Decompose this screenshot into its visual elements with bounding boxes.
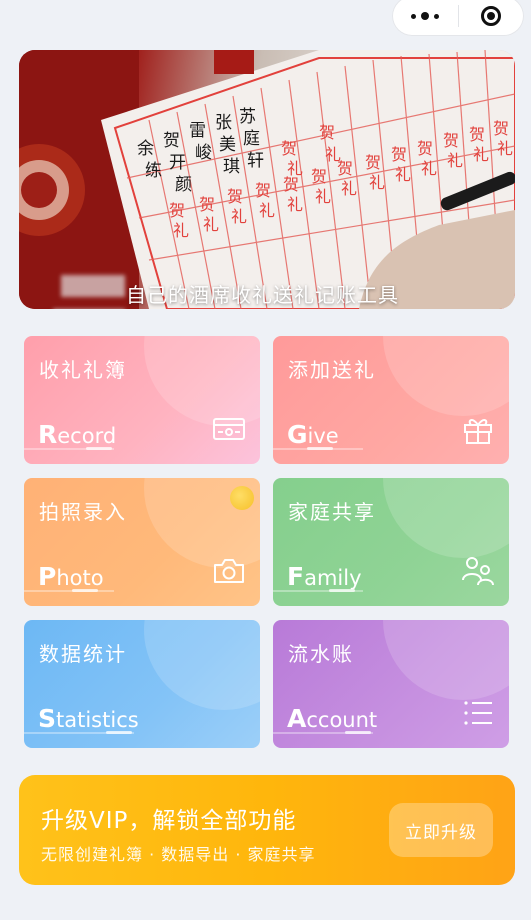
svg-text:礼: 礼 [395, 165, 411, 184]
card-subtitle: Account [287, 704, 378, 733]
banner-carousel[interactable]: 余练 贺开颜 雷峻 张美琪 苏庭轩 贺礼 贺礼 贺礼 贺礼 贺礼 贺礼 贺礼 贺… [19, 50, 515, 309]
people-icon [462, 557, 494, 586]
card-title: 收礼礼簿 [39, 358, 127, 382]
svg-text:贺: 贺 [311, 167, 327, 186]
svg-text:贺: 贺 [227, 187, 243, 206]
svg-text:贺: 贺 [169, 201, 185, 220]
svg-text:礼: 礼 [369, 173, 385, 192]
vip-upgrade-banner[interactable]: 升级VIP，解锁全部功能 无限创建礼簿 · 数据导出 · 家庭共享 立即升级 [19, 775, 515, 885]
svg-text:礼: 礼 [341, 179, 357, 198]
svg-text:张: 张 [215, 113, 232, 133]
card-title: 拍照录入 [39, 500, 127, 524]
svg-text:苏: 苏 [239, 107, 256, 127]
svg-text:颜: 颜 [175, 175, 192, 195]
card-title: 流水账 [288, 642, 354, 666]
ledger-icon [213, 418, 245, 440]
svg-text:贺: 贺 [493, 119, 509, 138]
svg-text:琪: 琪 [223, 157, 240, 177]
svg-text:贺: 贺 [319, 123, 335, 142]
svg-text:轩: 轩 [247, 151, 264, 171]
svg-text:礼: 礼 [497, 139, 513, 158]
svg-text:贺: 贺 [469, 125, 485, 144]
card-subtitle: Record [38, 420, 117, 449]
statistics-card[interactable]: 数据统计 Statistics [24, 620, 260, 748]
svg-text:贺: 贺 [281, 139, 297, 158]
svg-text:雷: 雷 [189, 121, 206, 141]
svg-text:余: 余 [137, 139, 154, 159]
svg-text:礼: 礼 [325, 145, 341, 164]
svg-text:练: 练 [145, 161, 162, 181]
close-button[interactable] [459, 0, 525, 36]
mini-program-capsule [392, 0, 524, 36]
svg-text:礼: 礼 [287, 159, 303, 178]
banner-image: 余练 贺开颜 雷峻 张美琪 苏庭轩 贺礼 贺礼 贺礼 贺礼 贺礼 贺礼 贺礼 贺… [19, 50, 515, 309]
more-button[interactable] [392, 0, 458, 36]
svg-text:庭: 庭 [243, 129, 260, 149]
blurred-text-area [61, 275, 125, 297]
upgrade-now-button[interactable]: 立即升级 [389, 803, 493, 857]
more-dots-icon [410, 12, 439, 20]
svg-text:贺: 贺 [443, 131, 459, 150]
svg-text:礼: 礼 [447, 151, 463, 170]
svg-text:礼: 礼 [315, 187, 331, 206]
svg-text:峻: 峻 [195, 143, 212, 163]
svg-text:美: 美 [219, 135, 236, 155]
svg-text:礼: 礼 [421, 159, 437, 178]
svg-text:礼: 礼 [287, 195, 303, 214]
svg-text:贺: 贺 [365, 153, 381, 172]
svg-text:贺: 贺 [199, 195, 215, 214]
gift-icon [464, 419, 492, 444]
card-title: 数据统计 [39, 642, 127, 666]
vip-subtitle: 无限创建礼簿 · 数据导出 · 家庭共享 [41, 845, 316, 864]
card-title: 添加送礼 [288, 358, 376, 382]
vip-title: 升级VIP，解锁全部功能 [41, 808, 297, 834]
svg-text:礼: 礼 [473, 145, 489, 164]
card-title: 家庭共享 [288, 500, 376, 524]
card-subtitle: Give [287, 420, 339, 449]
card-subtitle: Family [287, 562, 362, 591]
banner-caption: 自己的酒席收礼送礼记账工具 [126, 283, 399, 307]
card-subtitle: Photo [38, 562, 104, 591]
svg-text:贺: 贺 [163, 131, 180, 151]
target-circle-icon [481, 6, 502, 26]
camera-icon [214, 559, 244, 583]
svg-text:礼: 礼 [203, 215, 219, 234]
svg-text:贺: 贺 [391, 145, 407, 164]
record-card[interactable]: 收礼礼簿 Record [24, 336, 260, 464]
give-card[interactable]: 添加送礼 Give [273, 336, 509, 464]
svg-text:贺: 贺 [417, 139, 433, 158]
svg-text:礼: 礼 [259, 201, 275, 220]
list-icon [464, 701, 492, 725]
svg-text:礼: 礼 [173, 221, 189, 240]
photo-card[interactable]: 拍照录入 Photo [24, 478, 260, 606]
account-card[interactable]: 流水账 Account [273, 620, 509, 748]
svg-text:礼: 礼 [231, 207, 247, 226]
card-subtitle: Statistics [38, 704, 139, 733]
svg-text:贺: 贺 [255, 181, 271, 200]
family-card[interactable]: 家庭共享 Family [273, 478, 509, 606]
svg-text:开: 开 [169, 153, 186, 173]
